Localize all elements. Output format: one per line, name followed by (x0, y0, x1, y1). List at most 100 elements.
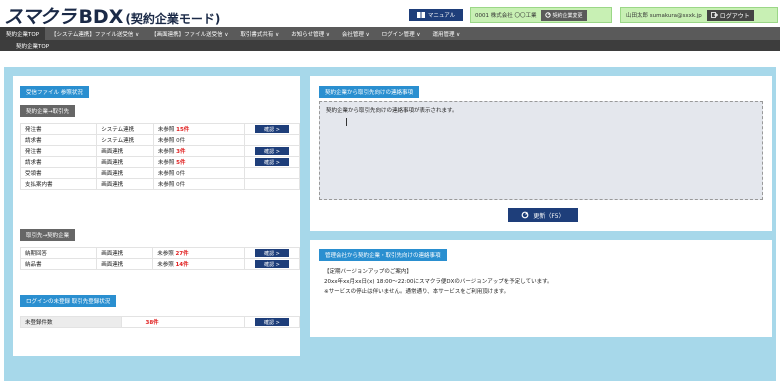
table-row: 発注書 画面連携 未参照 3件 確認 > (19, 145, 300, 157)
change-company-label: 契約企業変更 (552, 12, 583, 19)
confirm-button[interactable]: 確認 > (254, 260, 289, 268)
product-name: BDX (78, 6, 124, 28)
change-company-button[interactable]: 契約企業変更 (540, 9, 587, 21)
doc-name: 請求書 (19, 134, 98, 146)
link-type: 画面連携 (96, 145, 154, 157)
unregistered-label: 未登録件数 (20, 316, 122, 328)
admin-notice-body: 【定期バージョンアップのご案内】 20xx年xx月xx日(x) 18:00～22… (324, 267, 553, 297)
confirm-button[interactable]: 確認 > (255, 147, 290, 155)
admin-notice-line: ※サービスの停止は伴いません。通常通り、本サービスをご利用頂けます。 (324, 289, 510, 295)
nav-item-company-mgmt[interactable]: 会社管理 ∨ (336, 27, 376, 40)
logout-icon (710, 12, 718, 18)
login-status-title: ログインの未登録 取引先登録状況 (20, 295, 117, 307)
status-label: 未参照 (157, 182, 175, 188)
manual-label: マニュアル (427, 13, 456, 19)
received-files-panel: 受信ファイル 参照状況 契約企業→取引先 発注書 システム連携 未参照 15件 … (13, 76, 301, 356)
doc-name: 支払案内書 (19, 178, 98, 190)
company-box: 0001 株式会社 〇〇工業 契約企業変更 (470, 7, 612, 23)
app-logo: スマクラ BDX (契約企業モード) (4, 2, 221, 28)
status-label: 未参照 (157, 149, 175, 155)
nav-item-format-share[interactable]: 取引書式共有 ∨ (234, 27, 285, 40)
logout-label: ログアウト (719, 12, 750, 20)
status-label: 未参照 (157, 138, 175, 144)
link-type: システム連携 (96, 123, 154, 135)
nav-item-top[interactable]: 契約企業TOP (0, 27, 46, 40)
table-row: 未登録件数 38件 確認 > (20, 316, 301, 328)
link-type: システム連携 (96, 134, 154, 146)
received-files-table-2: 納期回答 画面連携 未参照 27件 確認 > 納品書 画面連携 未参照 14件 … (19, 247, 301, 270)
unread-count: 0件 (176, 171, 186, 177)
admin-notice-title: 管理会社から契約企業・取引先向けの連絡事項 (319, 249, 447, 261)
group-partner-to-contract: 取引先→契約企業 (20, 229, 76, 241)
breadcrumb-item[interactable]: 契約企業TOP (0, 42, 49, 50)
link-type: 画面連携 (96, 247, 154, 259)
nav-item-screen-file[interactable]: 【画面連携】ファイル送受信 ∨ (145, 27, 234, 40)
status-label: 未参照 (157, 160, 175, 166)
unread-count: 0件 (176, 182, 186, 188)
unread-count: 15件 (176, 127, 190, 133)
link-type: 画面連携 (96, 178, 154, 190)
unread-count: 0件 (176, 138, 186, 144)
admin-notice-line: 【定期バージョンアップのご案内】 (324, 269, 412, 275)
confirm-button[interactable]: 確認 > (254, 249, 289, 257)
book-icon (416, 12, 425, 18)
contract-notice-title: 契約企業から取引先向けの連絡事項 (319, 86, 420, 98)
table-row: 納品書 画面連携 未参照 14件 確認 > (19, 258, 301, 270)
text-caret (346, 118, 347, 126)
user-name: 山田太郎 sumakura@sxxk.jp (626, 13, 702, 19)
main-nav: 契約企業TOP 【システム連携】ファイル送受信 ∨ 【画面連携】ファイル送受信 … (0, 27, 780, 40)
table-row: 受領書 画面連携 未参照 0件 (19, 167, 300, 179)
mode-label: (契約企業モード) (125, 12, 221, 26)
refresh-icon (521, 211, 529, 219)
confirm-button[interactable]: 確認 > (254, 318, 289, 326)
header: スマクラ BDX (契約企業モード) マニュアル 0001 株式会社 〇〇工業 … (0, 0, 780, 28)
group-contract-to-partner: 契約企業→取引先 (20, 105, 76, 117)
refresh-button[interactable]: 更新（F5） (508, 208, 578, 222)
status-label: 未参照 (157, 262, 174, 268)
link-type: 画面連携 (96, 156, 154, 168)
company-name: 0001 株式会社 〇〇工業 (475, 13, 537, 19)
table-row: 支払案内書 画面連携 未参照 0件 (19, 178, 300, 190)
link-type: 画面連携 (96, 167, 154, 179)
unread-count: 27件 (175, 251, 189, 257)
nav-item-operation-mgmt[interactable]: 運用管理 ∨ (426, 27, 466, 40)
user-box: 山田太郎 sumakura@sxxk.jp ログアウト (620, 7, 778, 23)
manual-button[interactable]: マニュアル (409, 9, 463, 21)
contract-notice-panel: 契約企業から取引先向けの連絡事項 契約企業から取引先向けの連絡事項が表示されます… (310, 76, 772, 231)
unread-count: 5件 (176, 160, 186, 166)
admin-notice-panel: 管理会社から契約企業・取引先向けの連絡事項 【定期バージョンアップのご案内】 2… (310, 240, 772, 337)
link-type: 画面連携 (96, 258, 154, 270)
confirm-button[interactable]: 確認 > (255, 125, 290, 133)
doc-name: 受領書 (19, 167, 98, 179)
unread-count: 14件 (175, 262, 189, 268)
main-area: 受信ファイル 参照状況 契約企業→取引先 発注書 システム連携 未参照 15件 … (4, 67, 776, 381)
unregistered-count: 38件 (145, 320, 159, 326)
unregistered-table: 未登録件数 38件 確認 > (20, 316, 301, 328)
received-files-title: 受信ファイル 参照状況 (20, 86, 89, 98)
status-label: 未参照 (157, 251, 174, 257)
doc-name: 納期回答 (19, 247, 98, 259)
nav-item-system-file[interactable]: 【システム連携】ファイル送受信 ∨ (45, 27, 145, 40)
nav-item-notice-mgmt[interactable]: お知らせ管理 ∨ (285, 27, 336, 40)
received-files-table-1: 発注書 システム連携 未参照 15件 確認 > 請求書 システム連携 未参照 0… (19, 123, 300, 190)
status-label: 未参照 (157, 127, 175, 133)
contract-notice-textarea[interactable]: 契約企業から取引先向けの連絡事項が表示されます。 (319, 101, 763, 200)
admin-notice-line: 20xx年xx月xx日(x) 18:00～22:00にスマクラ便DXのバージョン… (324, 279, 553, 285)
status-label: 未参照 (157, 171, 175, 177)
breadcrumb: 契約企業TOP (0, 40, 780, 51)
logout-button[interactable]: ログアウト (706, 9, 754, 21)
refresh-label: 更新（F5） (533, 212, 565, 220)
doc-name: 請求書 (19, 156, 98, 168)
table-row: 請求書 画面連携 未参照 5件 確認 > (19, 156, 300, 168)
nav-item-login-mgmt[interactable]: ログイン管理 ∨ (376, 27, 427, 40)
table-row: 発注書 システム連携 未参照 15件 確認 > (19, 123, 300, 135)
doc-name: 発注書 (19, 123, 98, 135)
confirm-button[interactable]: 確認 > (255, 158, 290, 166)
doc-name: 発注書 (19, 145, 98, 157)
table-row: 納期回答 画面連携 未参照 27件 確認 > (19, 247, 301, 259)
refresh-icon (544, 12, 551, 18)
table-row: 請求書 システム連携 未参照 0件 (19, 134, 300, 146)
doc-name: 納品書 (19, 258, 98, 270)
contract-notice-text: 契約企業から取引先向けの連絡事項が表示されます。 (326, 108, 458, 114)
brand-name: スマクラ (4, 6, 76, 28)
